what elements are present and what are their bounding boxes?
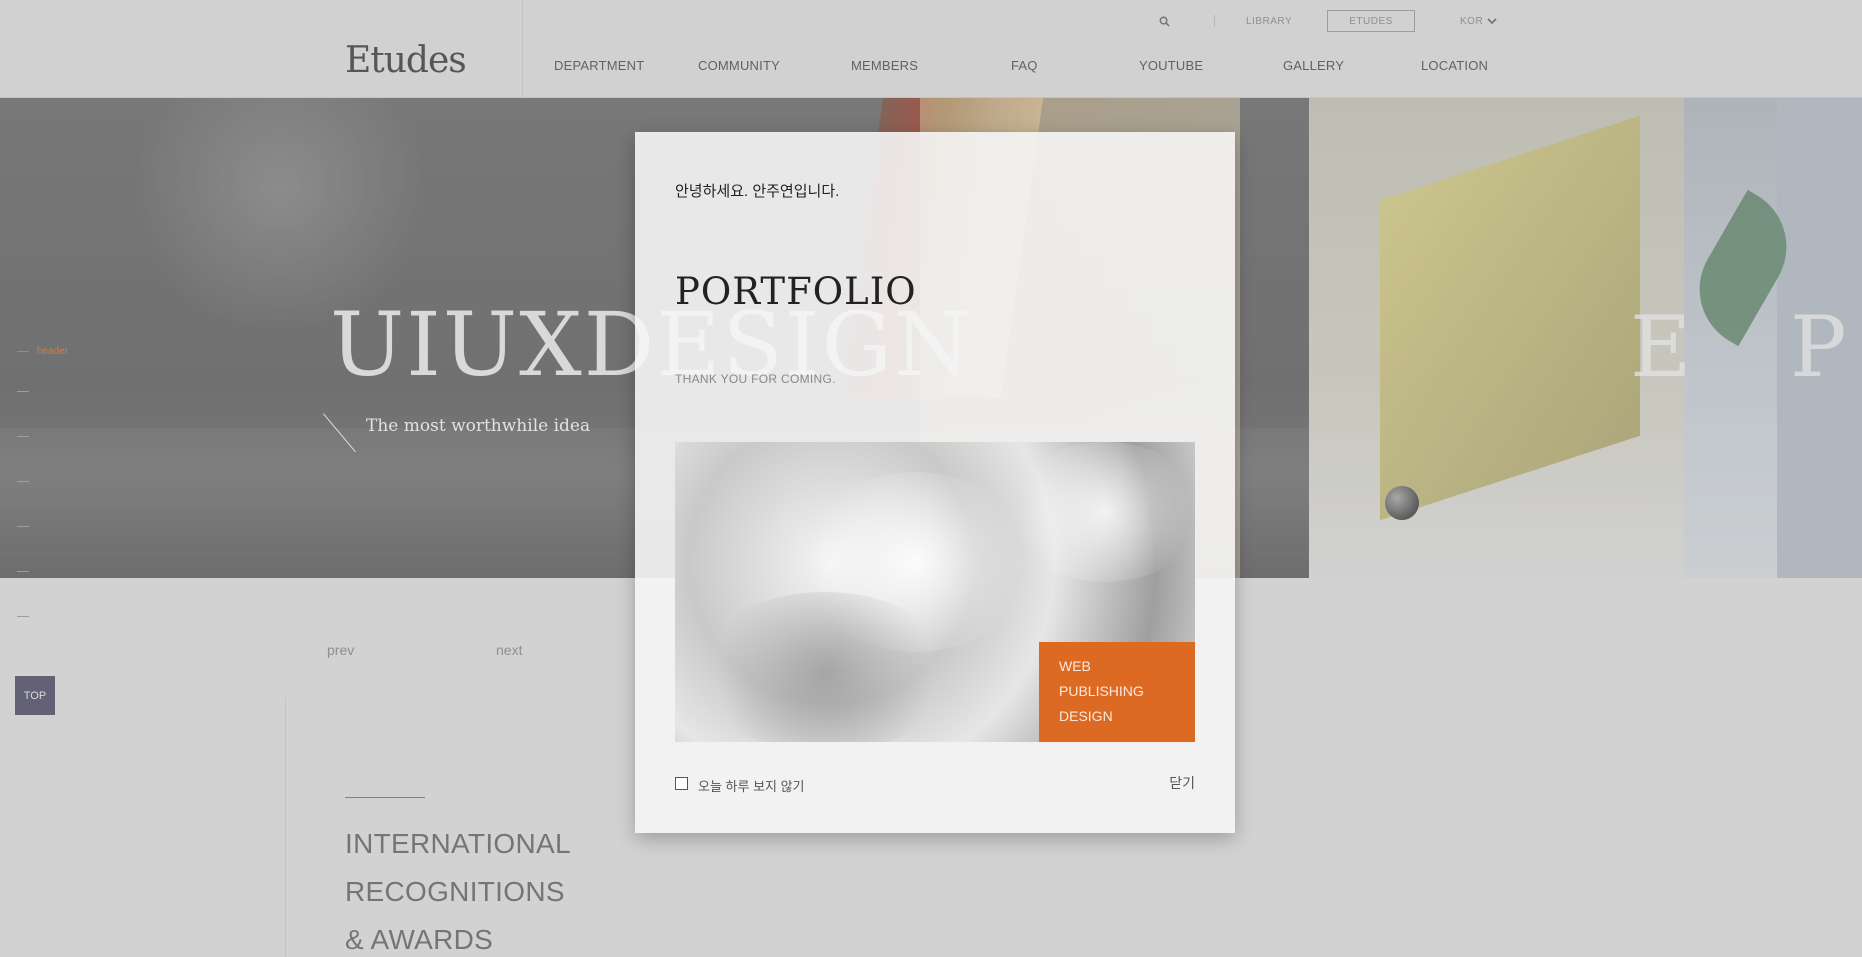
popup-subtitle: THANK YOU FOR COMING. — [675, 372, 836, 386]
portfolio-popup: 안녕하세요. 안주연입니다. PORTFOLIO THANK YOU FOR C… — [635, 132, 1235, 833]
popup-title: PORTFOLIO — [675, 270, 917, 313]
popup-category-badge: WEB PUBLISHING DESIGN — [1039, 642, 1195, 742]
dont-show-today-checkbox[interactable] — [675, 777, 688, 790]
badge-line: PUBLISHING — [1059, 683, 1144, 699]
dont-show-today-label[interactable]: 오늘 하루 보지 않기 — [698, 776, 805, 795]
badge-line: WEB — [1059, 658, 1091, 674]
popup-image[interactable]: WEB PUBLISHING DESIGN — [675, 442, 1195, 742]
popup-close-button[interactable]: 닫기 — [1169, 773, 1195, 793]
image-shadow — [695, 592, 955, 742]
image-highlight — [1005, 442, 1195, 582]
popup-greeting: 안녕하세요. 안주연입니다. — [675, 183, 840, 200]
badge-line: DESIGN — [1059, 708, 1113, 724]
popup-footer: 오늘 하루 보지 않기 닫기 — [675, 773, 1195, 795]
